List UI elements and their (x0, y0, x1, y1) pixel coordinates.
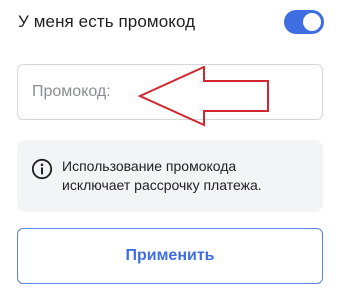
promo-code-field[interactable] (17, 64, 323, 120)
promo-code-input[interactable] (32, 65, 322, 119)
promo-toggle-switch[interactable] (284, 10, 324, 34)
info-notice: Использование промокода исключает рассро… (17, 140, 323, 212)
info-text: Использование промокода исключает рассро… (62, 157, 262, 195)
promo-toggle-label: У меня есть промокод (18, 12, 196, 31)
promo-toggle-row: У меня есть промокод (18, 8, 324, 36)
info-text-line-2: исключает рассрочку платежа. (62, 177, 262, 193)
promo-code-panel: У меня есть промокод Использование промо… (0, 0, 340, 300)
toggle-knob (303, 13, 321, 31)
info-icon (31, 158, 53, 180)
info-text-line-1: Использование промокода (62, 158, 237, 174)
apply-button[interactable]: Применить (17, 228, 323, 284)
